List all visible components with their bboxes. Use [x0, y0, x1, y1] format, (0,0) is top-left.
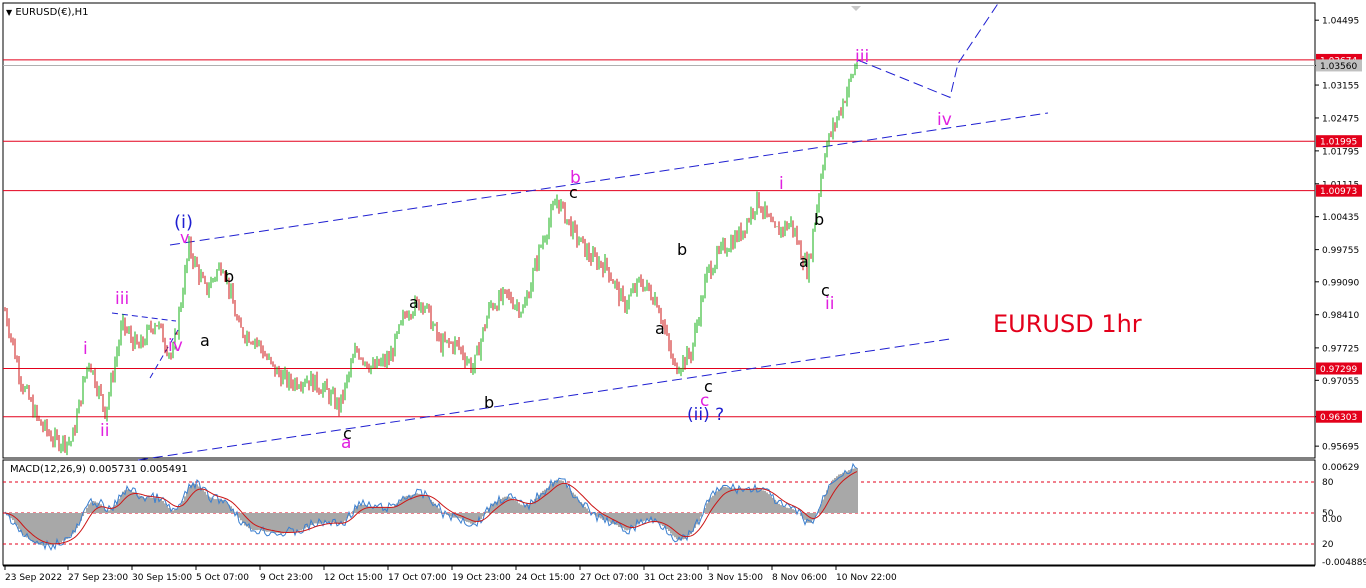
x-tick-label: 23 Sep 2022: [5, 573, 62, 583]
candles: [4, 62, 858, 456]
dropdown-triangle-icon[interactable]: ▼: [6, 8, 12, 17]
y-tick-label: 1.03155: [1322, 82, 1359, 92]
x-tick-label: 5 Oct 07:00: [196, 573, 249, 583]
x-tick-label: 12 Oct 15:00: [324, 573, 383, 583]
wave-label: iv: [937, 110, 952, 130]
macd-tick-label: 0.00: [1322, 515, 1342, 525]
wave-iv-line-1: [111, 312, 177, 322]
wave-label: a: [655, 319, 665, 338]
trend-channel: [111, 112, 1049, 461]
x-tick-label: 27 Sep 23:00: [68, 573, 128, 583]
wave-label: b: [224, 267, 235, 286]
macd-label: MACD(12,26,9) 0.005731 0.005491: [10, 464, 188, 475]
x-tick-label: 19 Oct 23:00: [452, 573, 511, 583]
x-tick-label: 3 Nov 15:00: [708, 573, 763, 583]
macd-tick-label: 20: [1322, 540, 1334, 550]
wave-label: i: [83, 339, 88, 359]
time-axis: 23 Sep 2022 27 Sep 23:00 30 Sep 15:00 5 Oct…: [3, 565, 1315, 583]
macd-tick-label: 80: [1322, 478, 1334, 488]
wave-label: iv: [168, 336, 183, 356]
wave-label: ii: [825, 294, 835, 314]
y-tick-label: 1.01795: [1322, 147, 1359, 157]
projection-path: [857, 0, 1001, 99]
y-tick-label: 1.04495: [1322, 17, 1359, 27]
y-tick-label: 0.99090: [1322, 278, 1359, 288]
x-tick-label: 27 Oct 07:00: [580, 573, 639, 583]
x-tick-label: 30 Sep 15:00: [132, 573, 192, 583]
chart-title: EURUSD 1hr: [993, 310, 1142, 338]
wave-label: iii: [115, 289, 130, 309]
projection-line: [857, 0, 1001, 99]
y-tick-label: 1.02475: [1322, 114, 1359, 124]
wave-label: b: [677, 240, 688, 259]
macd-tick-label: 0.00629: [1322, 463, 1359, 473]
wave-label: a: [799, 252, 809, 271]
wave-label: b: [814, 210, 825, 229]
y-tick-label: 0.95695: [1322, 443, 1359, 453]
wave-label: a: [409, 293, 419, 312]
price-panel-frame: [2, 2, 1316, 459]
scroll-marker-icon[interactable]: [851, 6, 861, 11]
macd-histogram: [6, 468, 858, 546]
wave-label: iii: [855, 47, 870, 67]
y-tick-label: 0.97055: [1322, 377, 1359, 387]
x-tick-label: 31 Oct 23:00: [644, 573, 703, 583]
wave-label: (ii) ?: [687, 405, 725, 425]
x-tick-label: 8 Nov 06:00: [772, 573, 827, 583]
price-level-label: 0.97299: [1320, 365, 1357, 375]
current-price-label: 1.03560: [1320, 62, 1357, 72]
wave-label: a: [200, 331, 210, 350]
x-tick-label: 9 Oct 23:00: [260, 573, 313, 583]
symbol-header: ▼ EURUSD(€),H1: [6, 8, 89, 18]
macd-tick-label: -0.004889: [1322, 558, 1366, 568]
upper-channel-line: [169, 112, 1049, 246]
lower-channel-line: [137, 338, 951, 461]
x-tick-label: 24 Oct 15:00: [516, 573, 575, 583]
wave-label: v: [180, 228, 190, 247]
wave-label: b: [484, 393, 495, 412]
y-tick-label: 0.98410: [1322, 311, 1359, 321]
y-tick-label: 0.97725: [1322, 344, 1359, 354]
price-level-label: 1.01995: [1320, 138, 1357, 148]
price-axis: 1.044951.035601.031551.024751.017951.011…: [1315, 17, 1362, 453]
x-tick-label: 10 Nov 22:00: [836, 573, 897, 583]
x-tick-label: 17 Oct 07:00: [388, 573, 447, 583]
y-tick-label: 1.00435: [1322, 213, 1359, 223]
symbol-label: EURUSD(€),H1: [15, 7, 89, 18]
price-level-label: 0.96303: [1320, 413, 1357, 423]
wave-label: i: [779, 174, 784, 194]
price-level-label: 1.00973: [1320, 187, 1357, 197]
price-levels: [3, 59, 1315, 418]
macd-indicator: 0.0062980500.0020-0.004889: [3, 462, 1366, 568]
wave-label: ii: [100, 421, 110, 441]
chart-canvas: 0.0062980500.0020-0.004889 1.044951.0356…: [2, 0, 1366, 583]
wave-label: a: [341, 433, 352, 453]
y-tick-label: 0.99755: [1322, 246, 1359, 256]
wave-label: b: [570, 168, 581, 188]
